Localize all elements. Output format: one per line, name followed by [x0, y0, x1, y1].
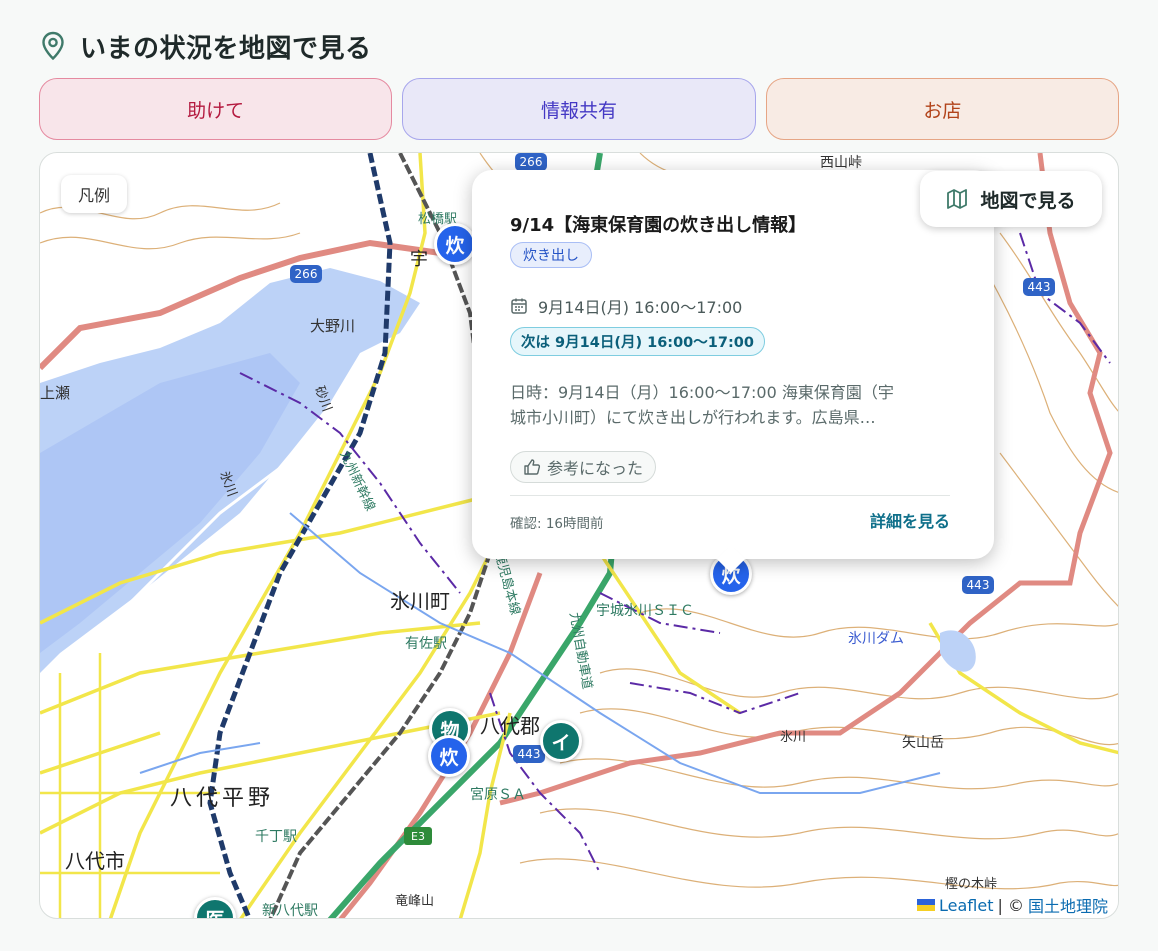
tab-shop[interactable]: お店: [765, 78, 1119, 140]
label-hikawa-river: 氷川: [780, 730, 806, 745]
calendar-icon: [511, 298, 527, 314]
popup-description: 日時：9月14日（月）16:00～17:00 海東保育園（宇 城市小川町）にて炊…: [510, 380, 960, 430]
map-icon: [947, 189, 968, 209]
leaflet-link[interactable]: Leaflet: [939, 896, 993, 915]
map-container[interactable]: 266 266 443 443 443 E3 氷川町 八代平野 八代市 八代郡: [39, 152, 1119, 919]
label-yayama: 矢山岳: [902, 735, 944, 751]
route-443-label: 443: [518, 747, 541, 761]
e3-label: E3: [411, 830, 425, 843]
route-shield-266b: 266: [290, 265, 322, 283]
ukraine-flag-icon: [917, 899, 936, 911]
confirmed-time: 確認: 16時間前: [510, 516, 604, 532]
route-266-label: 266: [295, 267, 318, 281]
view-on-map-label: 地図で見る: [980, 189, 1076, 212]
label-tatsumine: 竜峰山: [395, 894, 434, 909]
map-pin-icon: [42, 31, 64, 61]
marker-cooking[interactable]: 炊: [428, 735, 470, 777]
label-miyahara-sa: 宮原ＳＡ: [470, 787, 526, 803]
label-oono-river: 大野川: [310, 317, 355, 335]
label-kagoshima-line: 鹿児島本線: [491, 550, 523, 617]
view-details-link[interactable]: 詳細を見る: [870, 508, 950, 532]
label-nishiyama: 西山峠: [820, 155, 862, 171]
category-badge: 炊き出し: [510, 242, 592, 268]
tab-help[interactable]: 助けて: [39, 78, 393, 140]
route-266-label: 266: [520, 155, 543, 169]
label-arisa-station: 有佐駅: [405, 636, 447, 652]
thumbs-up-icon: [524, 459, 541, 475]
label-kamise: 上瀬: [40, 384, 70, 402]
label-yatsushiro-city: 八代市: [65, 849, 125, 873]
info-popup: 9/14【海東保育園の炊き出し情報】 炊き出し 9月14日(月) 16:00～1…: [472, 170, 994, 559]
label-uki-hikawa-sic: 宇城氷川ＳＩＣ: [596, 603, 694, 619]
legend-button[interactable]: 凡例: [61, 175, 127, 213]
label-uki: 宇: [410, 249, 428, 270]
label-hikawa-town: 氷川町: [390, 589, 450, 613]
helpful-label: 参考になった: [547, 459, 644, 478]
route-shield-266a: 266: [515, 153, 547, 171]
popup-date: 9月14日(月) 16:00～17:00: [510, 294, 742, 318]
next-schedule-badge: 次は 9月14日(月) 16:00～17:00: [510, 327, 765, 356]
label-hikawa-dam: 氷川ダム: [848, 631, 904, 647]
label-shin-yatsushiro-station: 新八代駅: [262, 903, 318, 919]
route-shield-443b: 443: [962, 576, 994, 594]
popup-description-line: 日時：9月14日（月）16:00～17:00 海東保育園（宇: [510, 383, 894, 402]
category-tabs: 助けて 情報共有 お店: [39, 78, 1119, 140]
route-shield-443a: 443: [1023, 278, 1055, 296]
popup-description-line: 城市小川町）にて炊き出しが行われます。広島県…: [510, 408, 876, 427]
route-443-label: 443: [1028, 280, 1051, 294]
map-attribution: Leaflet | © 国土地理院: [907, 892, 1118, 918]
marker-event[interactable]: イ: [540, 720, 582, 762]
popup-title: 9/14【海東保育園の炊き出し情報】: [510, 215, 807, 236]
e3-shield: E3: [404, 827, 432, 845]
page-title: いまの状況を地図で見る: [80, 33, 372, 64]
label-shinkansen: 九州新幹線: [336, 448, 378, 514]
gsi-link[interactable]: 国土地理院: [1028, 893, 1108, 917]
helpful-button[interactable]: 参考になった: [510, 451, 657, 483]
label-yatsushiro-gun: 八代郡: [480, 714, 540, 738]
label-kashi: 樫の木峠: [945, 877, 997, 892]
page-header: いまの状況を地図で見る: [40, 28, 372, 64]
attribution-separator: | ©: [997, 895, 1024, 915]
view-on-map-button[interactable]: 地図で見る: [920, 171, 1102, 227]
tab-info-share[interactable]: 情報共有: [402, 78, 756, 140]
label-senchou-station: 千丁駅: [255, 829, 297, 845]
route-443-label: 443: [967, 578, 990, 592]
popup-date-text: 9月14日(月) 16:00～17:00: [538, 298, 743, 317]
popup-divider: [510, 495, 950, 496]
label-yatsushiro-plain: 八代平野: [170, 786, 274, 811]
label-expressway: 九州自動車道: [566, 611, 594, 690]
marker-cooking[interactable]: 炊: [434, 223, 476, 265]
